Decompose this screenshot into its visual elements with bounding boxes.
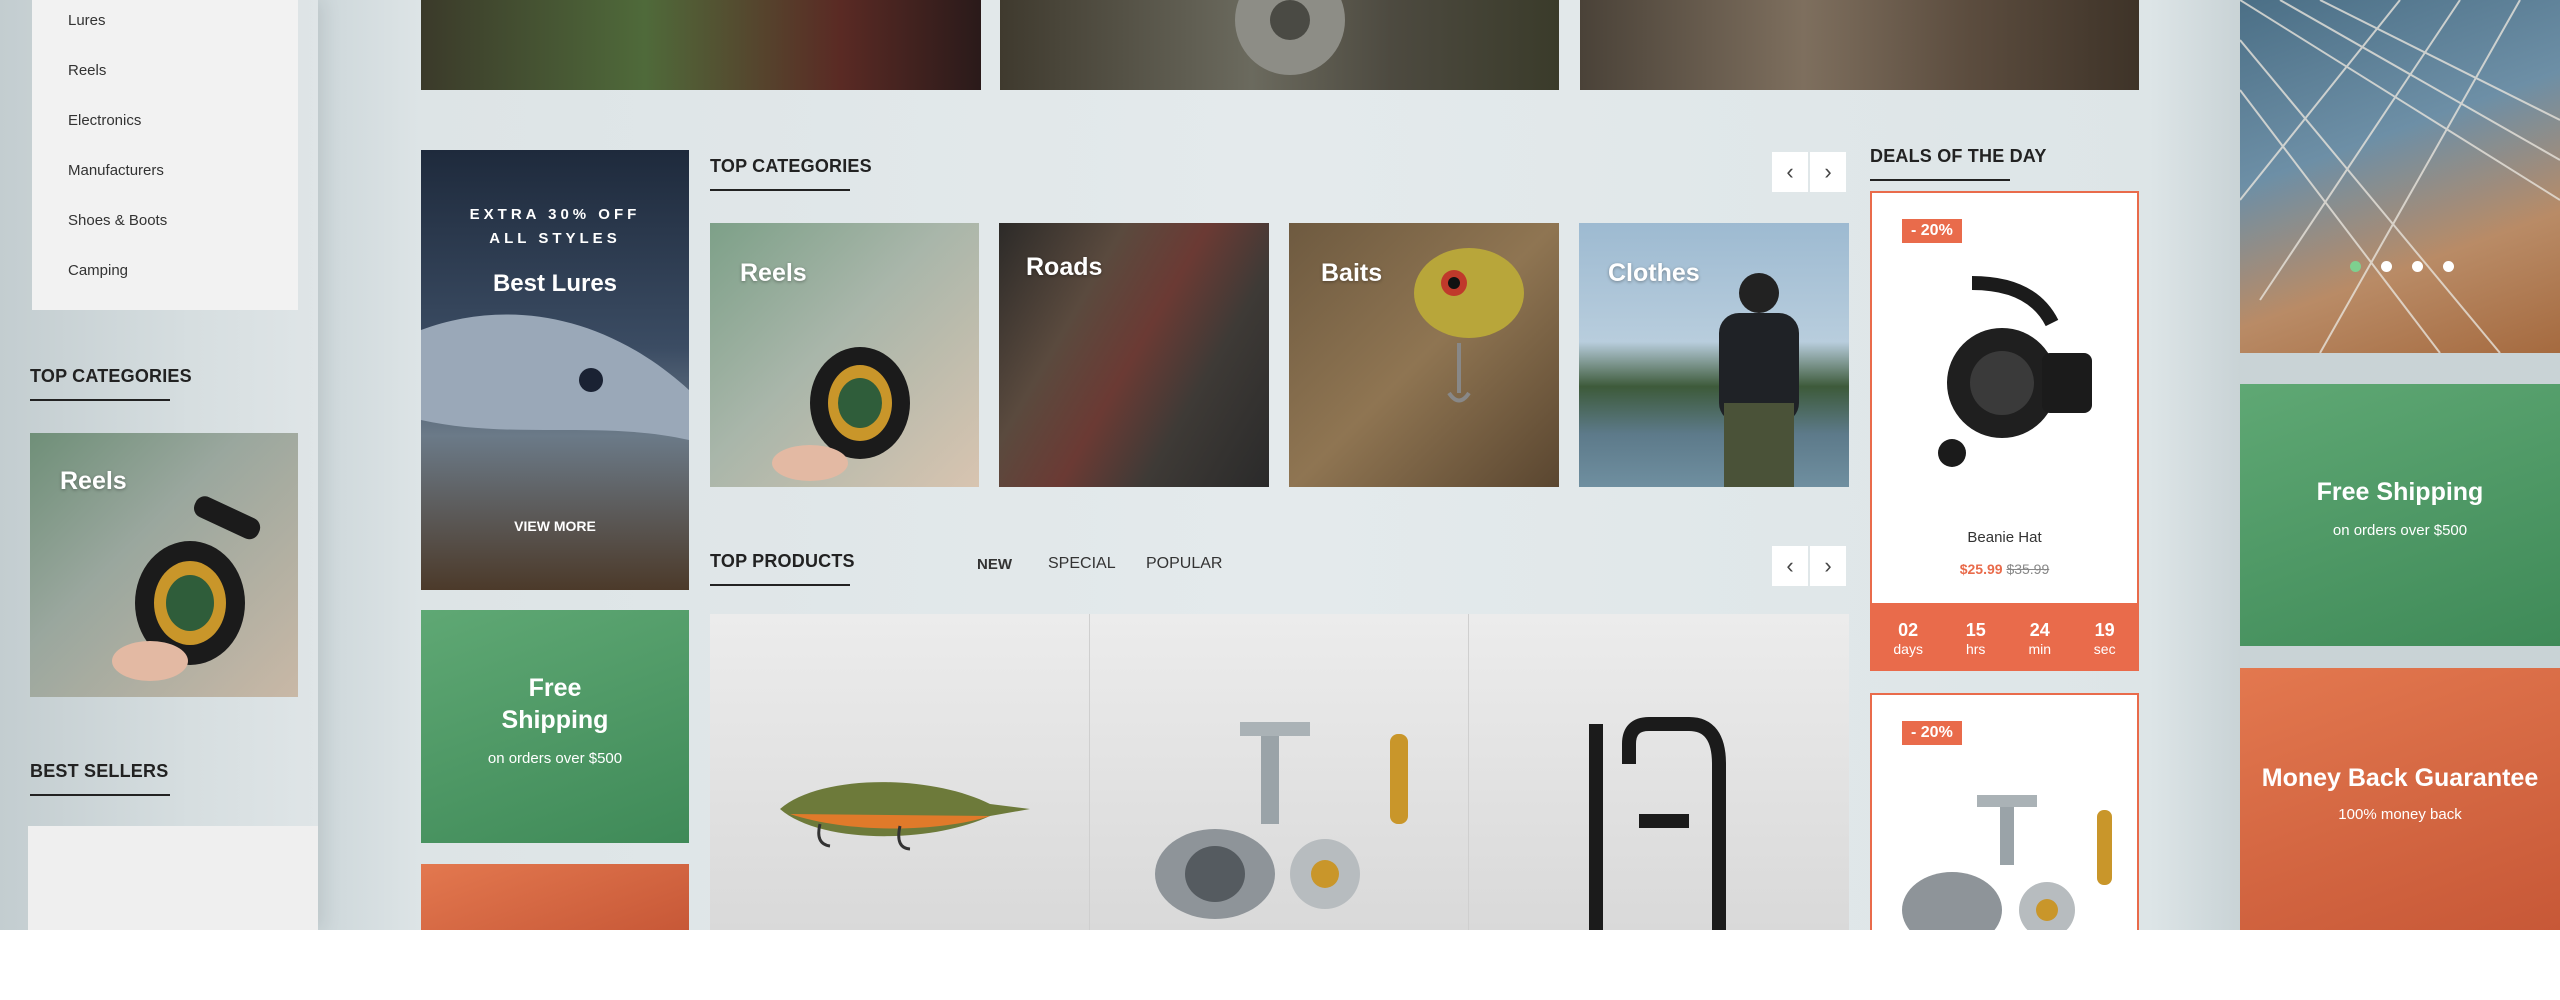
discount-badge: - 20% <box>1902 219 1962 243</box>
chevron-right-icon: › <box>1824 553 1832 578</box>
category-tile-roads[interactable]: Roads <box>999 223 1269 487</box>
lure-illustration <box>1414 248 1524 403</box>
category-label: Roads <box>1026 253 1103 281</box>
sale-price: $25.99 <box>1959 561 2003 577</box>
timer-seconds: 19 sec <box>2093 619 2116 657</box>
promo-money-back[interactable]: Money Back Guarantee 100% money back <box>2240 668 2560 930</box>
shipping-title-line1: Free <box>528 674 582 702</box>
promo-free-shipping-small[interactable]: Free Shipping on orders over $500 <box>421 610 689 843</box>
money-back-title: Money Back Guarantee <box>2261 764 2539 792</box>
chevron-left-icon: ‹ <box>1786 553 1794 578</box>
product-name[interactable]: Beanie Hat <box>1872 529 2137 546</box>
countdown-timer: 02 days 15 hrs 24 min 19 sec <box>1872 603 2137 669</box>
timer-minutes: 24 min <box>2028 619 2052 657</box>
spinning-reel-product-image <box>1902 795 2112 930</box>
best-sellers-title: BEST SELLERS <box>30 761 171 796</box>
fishing-net-illustration <box>2240 0 2560 353</box>
sidebar-featured-category-reels[interactable]: Reels <box>30 433 298 697</box>
deal-card[interactable]: - 20% Beanie Hat $25.99 $35.99 02 days 15… <box>1870 191 2139 671</box>
fish-illustration <box>421 314 689 440</box>
category-item[interactable]: Manufacturers <box>68 162 164 179</box>
angler-illustration <box>1719 273 1799 487</box>
category-item[interactable]: Shoes & Boots <box>68 212 167 229</box>
deal-card[interactable]: - 20% <box>1870 693 2139 930</box>
category-item[interactable]: Camping <box>68 262 128 279</box>
reel-product-image <box>1938 276 2092 467</box>
shipping-title: Free Shipping <box>2316 478 2484 506</box>
products-prev-button[interactable]: ‹ <box>1772 546 1808 586</box>
right-hero-slider[interactable] <box>2240 0 2560 353</box>
old-price: $35.99 <box>2006 561 2050 577</box>
sidebar-top-categories-title: TOP CATEGORIES <box>30 366 192 401</box>
product-card[interactable] <box>710 614 1090 930</box>
top-categories-title: TOP CATEGORIES <box>710 156 872 191</box>
store-page: Lures Reels Electronics Manufacturers Sh… <box>0 0 2560 930</box>
view-more-button[interactable]: VIEW MORE <box>421 518 689 534</box>
top-banner-2[interactable] <box>1000 0 1559 90</box>
deals-title: DEALS OF THE DAY <box>1870 146 2047 181</box>
tab-popular[interactable]: POPULAR <box>1146 555 1222 573</box>
timer-days: 02 days <box>1893 619 1923 657</box>
top-products-title: TOP PRODUCTS <box>710 551 855 586</box>
category-label: Clothes <box>1608 259 1700 287</box>
top-banner-3[interactable] <box>1580 0 2139 90</box>
discount-badge: - 20% <box>1902 721 1962 745</box>
tab-new[interactable]: NEW <box>977 556 1012 573</box>
promo-title: Best Lures <box>492 270 618 297</box>
reel-spool-illustration <box>1235 0 1345 75</box>
promo-best-lures[interactable]: EXTRA 30% OFF ALL STYLES Best Lures VIEW… <box>421 150 689 590</box>
category-label: Reels <box>60 467 127 495</box>
slider-dot[interactable] <box>2412 261 2423 272</box>
categories-prev-button[interactable]: ‹ <box>1772 152 1808 192</box>
category-label: Reels <box>740 259 807 287</box>
category-tile-baits[interactable]: Baits <box>1289 223 1559 487</box>
timer-hours: 15 hrs <box>1965 619 1986 657</box>
categories-next-button[interactable]: › <box>1810 152 1846 192</box>
lure-product-image <box>780 782 1030 851</box>
promo-orange-small[interactable] <box>421 864 689 930</box>
best-sellers-card <box>28 826 318 930</box>
slider-dot[interactable] <box>2381 261 2392 272</box>
slider-dot[interactable] <box>2443 261 2454 272</box>
category-tile-reels[interactable]: Reels <box>710 223 979 487</box>
chevron-right-icon: › <box>1824 159 1832 184</box>
reel-illustration <box>772 347 910 481</box>
slider-dot-active[interactable] <box>2350 261 2361 272</box>
shipping-subtitle: on orders over $500 <box>2332 522 2468 539</box>
products-next-button[interactable]: › <box>1810 546 1846 586</box>
category-list: Lures Reels Electronics Manufacturers Sh… <box>32 0 298 310</box>
promo-free-shipping[interactable]: Free Shipping on orders over $500 <box>2240 384 2560 646</box>
money-back-subtitle: 100% money back <box>2338 806 2462 823</box>
rod-holder-product-image <box>1589 717 1726 930</box>
shipping-title-line2: Shipping <box>501 706 609 734</box>
category-item[interactable]: Electronics <box>68 112 141 129</box>
product-card[interactable] <box>1469 614 1849 930</box>
category-item[interactable]: Lures <box>68 12 106 29</box>
shipping-subtitle: on orders over $500 <box>487 750 623 767</box>
promo-line2: ALL STYLES <box>489 230 621 247</box>
category-label: Baits <box>1321 259 1383 287</box>
category-item[interactable]: Reels <box>68 62 106 79</box>
reel-illustration <box>112 496 261 681</box>
tab-special[interactable]: SPECIAL <box>1048 555 1116 573</box>
chevron-left-icon: ‹ <box>1786 159 1794 184</box>
left-sidebar: Lures Reels Electronics Manufacturers Sh… <box>0 0 318 930</box>
spinning-reel-product-image <box>1155 722 1408 919</box>
price-row: $25.99 $35.99 <box>1872 561 2137 577</box>
top-banner-1[interactable] <box>421 0 981 90</box>
product-card[interactable] <box>1090 614 1469 930</box>
promo-line1: EXTRA 30% OFF <box>469 206 641 223</box>
category-tile-clothes[interactable]: Clothes <box>1579 223 1849 487</box>
